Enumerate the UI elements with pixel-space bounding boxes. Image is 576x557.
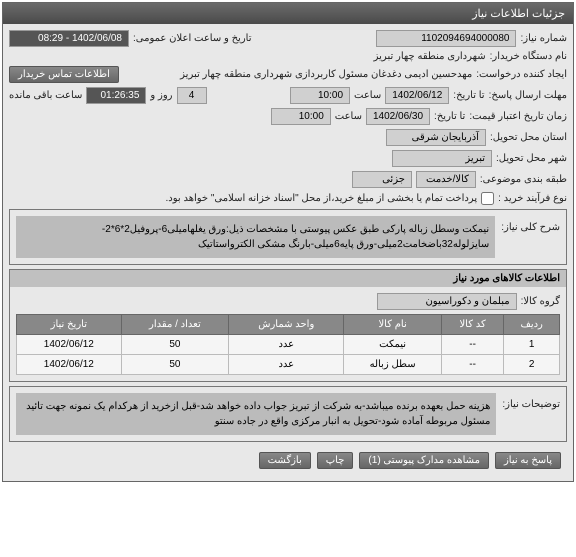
goods-section-title: اطلاعات کالاهای مورد نیاز [10,270,566,287]
row-category: طبقه بندی موضوعی: کالا/خدمت جزئی [9,171,567,188]
need-desc-section: شرح کلی نیاز: نیمکت وسطل زباله پارکی طبق… [9,209,567,265]
goods-table: ردیف کد کالا نام کالا واحد شمارش تعداد /… [16,314,560,375]
goods-section: اطلاعات کالاهای مورد نیاز گروه کالا: مبل… [9,269,567,382]
send-deadline-date: 1402/06/12 [385,87,449,104]
panel-header: جزئیات اطلاعات نیاز [3,3,573,24]
category-detail: جزئی [352,171,412,188]
cell-unit: عدد [229,355,344,375]
announce-label: تاریخ و ساعت اعلان عمومی: [133,33,252,44]
price-valid-ta: تا تاریخ: [434,111,465,122]
notes-title: توضیحات نیاز: [502,393,560,435]
notes-section: توضیحات نیاز: هزینه حمل بعهده برنده میبا… [9,386,567,442]
province-value: آذربایجان شرقی [386,129,486,146]
row-price-valid: زمان تاریخ اعتبار قیمت: تا تاریخ: 1402/0… [9,108,567,125]
send-deadline-time-label: ساعت [354,90,381,101]
notes-text: هزینه حمل بعهده برنده میباشد-به شرکت از … [16,393,496,435]
category-label: طبقه بندی موضوعی: [480,174,567,185]
process-checkbox-label: پرداخت تمام یا بخشی از مبلغ خرید،از محل … [166,193,478,204]
remaining-label: ساعت باقی مانده [9,90,82,101]
send-deadline-ta: تا تاریخ: [453,90,484,101]
province-label: استان محل تحویل: [490,132,567,143]
row-buyer: نام دستگاه خریدار: شهرداری منطقه چهار تب… [9,51,567,62]
send-deadline-time: 10:00 [290,87,350,104]
price-valid-time-label: ساعت [335,111,362,122]
col-row: ردیف [504,315,560,335]
price-valid-date: 1402/06/30 [366,108,430,125]
need-number-value: 1102094694000080 [376,30,516,47]
attachments-button[interactable]: مشاهده مدارک پیوستی (1) [359,452,489,469]
print-button[interactable]: چاپ [317,452,354,469]
cell-row: 2 [504,355,560,375]
city-value: تبریز [392,150,492,167]
announce-value: 1402/06/08 - 08:29 [9,30,129,47]
cell-date: 1402/06/12 [17,355,122,375]
countdown: 01:26:35 [86,87,146,104]
col-code: کد کالا [441,315,504,335]
main-panel: جزئیات اطلاعات نیاز شماره نیاز: 11020946… [2,2,574,482]
cell-qty: 50 [121,355,229,375]
col-unit: واحد شمارش [229,315,344,335]
price-valid-label: زمان تاریخ اعتبار قیمت: [469,111,567,122]
need-desc-text: نیمکت وسطل زباله پارکی طبق عکس پیوستی با… [16,216,495,258]
reply-button[interactable]: پاسخ به نیاز [495,452,561,469]
days-remaining: 4 [177,87,207,104]
cell-row: 1 [504,335,560,355]
goods-group-value: مبلمان و دکوراسیون [377,293,517,310]
row-requester: ایجاد کننده درخواست: مهدحسین ادیمی دغدغا… [9,66,567,83]
col-name: نام کالا [344,315,441,335]
send-deadline-label: مهلت ارسال پاسخ: [489,90,567,101]
cell-name: سطل زباله [344,355,441,375]
row-province: استان محل تحویل: آذربایجان شرقی [9,129,567,146]
table-row: 1 -- نیمکت عدد 50 1402/06/12 [17,335,560,355]
requester-label: ایجاد کننده درخواست: [476,69,567,80]
col-date: تاریخ نیاز [17,315,122,335]
process-label: نوع فرآیند خرید : [498,193,567,204]
goods-group-label: گروه کالا: [521,296,560,307]
cell-qty: 50 [121,335,229,355]
panel-body: شماره نیاز: 1102094694000080 تاریخ و ساع… [3,24,573,481]
row-process: نوع فرآیند خرید : پرداخت تمام یا بخشی از… [9,192,567,205]
buyer-label: نام دستگاه خریدار: [490,51,567,62]
table-header-row: ردیف کد کالا نام کالا واحد شمارش تعداد /… [17,315,560,335]
table-row: 2 -- سطل زباله عدد 50 1402/06/12 [17,355,560,375]
cell-name: نیمکت [344,335,441,355]
price-valid-time: 10:00 [271,108,331,125]
row-deadline: مهلت ارسال پاسخ: تا تاریخ: 1402/06/12 سا… [9,87,567,104]
buyer-value: شهرداری منطقه چهار تبریز [374,51,486,62]
category-item: کالا/خدمت [416,171,476,188]
need-desc-title: شرح کلی نیاز: [501,216,560,258]
col-qty: تعداد / مقدار [121,315,229,335]
need-number-label: شماره نیاز: [520,33,567,44]
panel-title: جزئیات اطلاعات نیاز [472,8,565,20]
city-label: شهر محل تحویل: [496,153,567,164]
row-city: شهر محل تحویل: تبریز [9,150,567,167]
requester-value: مهدحسین ادیمی دغدغان مسئول کاربردازی شهر… [123,69,472,80]
contact-info-button[interactable]: اطلاعات تماس خریدار [9,66,119,83]
back-button[interactable]: بازگشت [259,452,311,469]
cell-code: -- [441,355,504,375]
days-label: روز و [150,90,172,101]
cell-date: 1402/06/12 [17,335,122,355]
cell-unit: عدد [229,335,344,355]
cell-code: -- [441,335,504,355]
row-need-announce: شماره نیاز: 1102094694000080 تاریخ و ساع… [9,30,567,47]
footer-buttons: پاسخ به نیاز مشاهده مدارک پیوستی (1) چاپ… [9,446,567,475]
process-checkbox[interactable] [481,192,494,205]
row-goods-group: گروه کالا: مبلمان و دکوراسیون [16,293,560,310]
